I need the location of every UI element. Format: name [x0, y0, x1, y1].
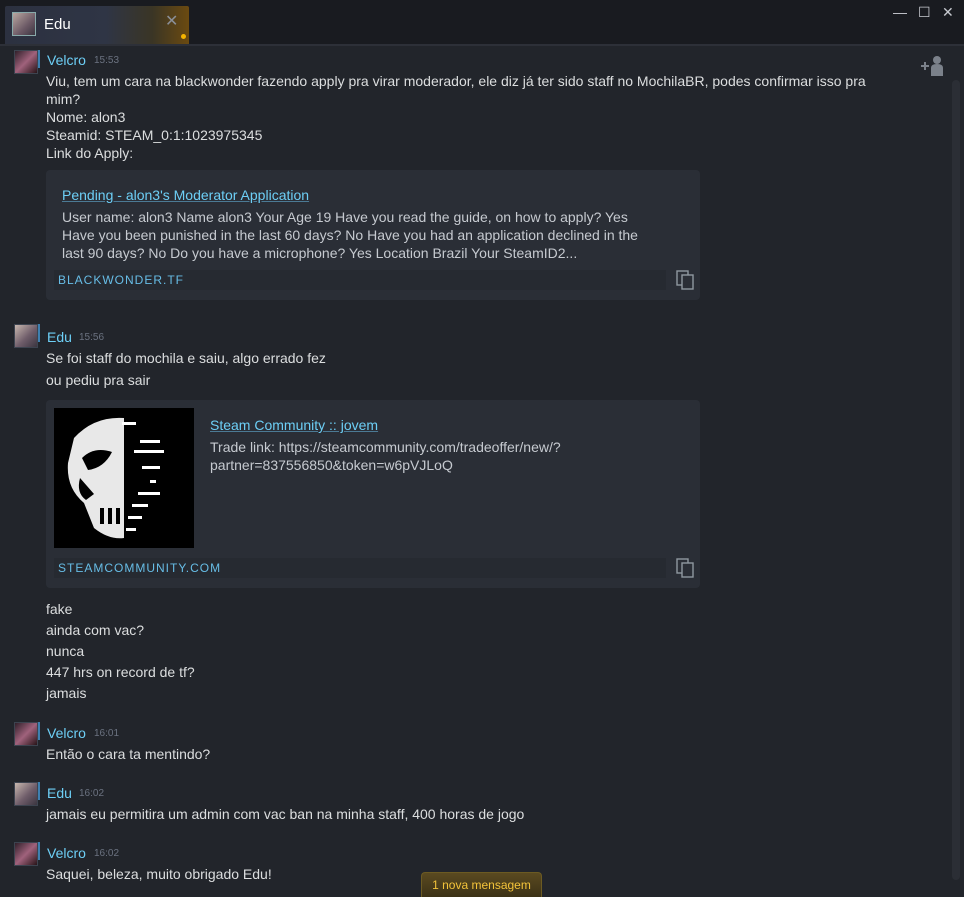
link-embed: Pending - alon3's Moderator Application … — [46, 170, 700, 300]
message-time: 15:53 — [94, 55, 120, 66]
message-text: nunca — [46, 643, 85, 659]
sender-name[interactable]: Velcro — [47, 845, 86, 861]
sender-name[interactable]: Edu — [47, 785, 72, 801]
copy-link-icon[interactable] — [674, 557, 696, 579]
message-text: Nome: alon3 — [46, 109, 126, 125]
title-bar: Edu ✕ — ☐ ✕ — [0, 0, 964, 46]
copy-link-icon[interactable] — [674, 269, 696, 291]
embed-title-link[interactable]: Pending - alon3's Moderator Application — [62, 187, 309, 203]
message-text: ainda com vac? — [46, 622, 145, 638]
message-text: Então o cara ta mentindo? — [46, 746, 211, 762]
message-text: Link do Apply: — [46, 145, 134, 161]
embed-domain[interactable]: BLACKWONDER.TF — [58, 273, 184, 287]
unread-indicator — [181, 34, 186, 39]
tab-title: Edu — [44, 16, 71, 33]
message-time: 16:02 — [94, 848, 120, 859]
message-text: ou pediu pra sair — [46, 372, 151, 388]
embed-description: Trade link: https://steamcommunity.com/t… — [210, 439, 561, 455]
scrollbar[interactable] — [952, 80, 960, 880]
message-text: Se foi staff do mochila e saiu, algo err… — [46, 350, 326, 366]
message-text: jamais — [46, 685, 87, 701]
link-embed: Steam Community :: jovem Trade link: htt… — [46, 400, 700, 588]
embed-thumbnail[interactable] — [54, 408, 194, 548]
avatar[interactable] — [14, 50, 38, 74]
sender-name[interactable]: Velcro — [47, 52, 86, 68]
embed-description: partner=837556850&token=w6pVJLoQ — [210, 457, 453, 473]
message-time: 15:56 — [79, 332, 105, 343]
friend-avatar — [12, 12, 36, 36]
embed-title-link[interactable]: Steam Community :: jovem — [210, 417, 378, 433]
add-friend-icon[interactable] — [918, 52, 948, 82]
sender-name[interactable]: Velcro — [47, 725, 86, 741]
embed-footer: STEAMCOMMUNITY.COM — [54, 558, 666, 578]
close-window-button[interactable]: ✕ — [942, 5, 954, 19]
sender-name[interactable]: Edu — [47, 329, 72, 345]
close-tab-icon[interactable]: ✕ — [165, 14, 178, 30]
avatar[interactable] — [14, 842, 38, 866]
message-time: 16:01 — [94, 728, 120, 739]
avatar[interactable] — [14, 324, 38, 348]
embed-description: last 90 days? No Do you have a microphon… — [62, 245, 578, 261]
maximize-button[interactable]: ☐ — [918, 5, 931, 19]
avatar[interactable] — [14, 782, 38, 806]
message-text: Steamid: STEAM_0:1:1023975345 — [46, 127, 263, 143]
message-text: fake — [46, 601, 73, 617]
sender-indicator — [38, 50, 40, 68]
sender-indicator — [38, 842, 40, 860]
message-text: mim? — [46, 91, 81, 107]
embed-footer: BLACKWONDER.TF — [54, 270, 666, 290]
avatar[interactable] — [14, 722, 38, 746]
message-text: Viu, tem um cara na blackwonder fazendo … — [46, 73, 866, 89]
message-time: 16:02 — [79, 788, 105, 799]
new-message-toast[interactable]: 1 nova mensagem — [421, 872, 542, 897]
sender-indicator — [38, 324, 40, 342]
sender-indicator — [38, 722, 40, 740]
sender-indicator — [38, 782, 40, 800]
embed-description: Have you been punished in the last 60 da… — [62, 227, 638, 243]
minimize-button[interactable]: — — [893, 5, 907, 19]
message-text: jamais eu permitira um admin com vac ban… — [46, 806, 525, 822]
embed-domain[interactable]: STEAMCOMMUNITY.COM — [58, 561, 221, 575]
chat-log: Velcro 15:53 Viu, tem um cara na blackwo… — [0, 46, 950, 897]
embed-description: User name: alon3 Name alon3 Your Age 19 … — [62, 209, 628, 225]
message-text: 447 hrs on record de tf? — [46, 664, 195, 680]
message-text: Saquei, beleza, muito obrigado Edu! — [46, 866, 272, 882]
chat-tab-edu[interactable]: Edu ✕ — [5, 6, 189, 44]
